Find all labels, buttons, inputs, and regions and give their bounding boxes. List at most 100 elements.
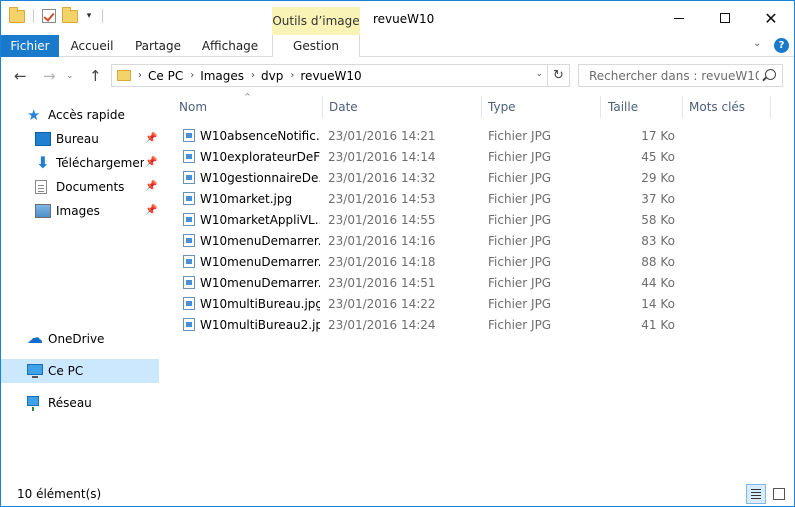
column-header-mots-cles[interactable]: Mots clés <box>689 100 745 114</box>
file-type: Fichier JPG <box>488 276 552 290</box>
address-row: ← → ⌄ ↑ › Ce PC › Images › dvp › revueW1… <box>1 58 794 94</box>
close-button[interactable]: ✕ <box>748 1 794 35</box>
jpg-file-icon <box>183 297 195 310</box>
nav-item-images[interactable]: Images 📌 <box>1 199 159 223</box>
breadcrumb-revuew10[interactable]: revueW10 <box>300 69 361 83</box>
table-row[interactable]: W10marketAppliVL... 23/01/2016 14:55 Fic… <box>162 209 794 230</box>
nav-item-telechargements[interactable]: ⬇ Téléchargements 📌 <box>1 151 159 175</box>
pin-icon: 📌 <box>145 133 158 144</box>
table-row[interactable]: W10gestionnaireDe... 23/01/2016 14:32 Fi… <box>162 167 794 188</box>
up-arrow-icon[interactable]: ↑ <box>89 67 102 85</box>
recent-locations-icon[interactable]: ⌄ <box>66 71 74 81</box>
file-date: 23/01/2016 14:22 <box>328 297 436 311</box>
file-type: Fichier JPG <box>488 297 552 311</box>
forward-arrow-icon[interactable]: → <box>43 67 56 85</box>
table-row[interactable]: W10menuDemarrer... 23/01/2016 14:18 Fich… <box>162 251 794 272</box>
breadcrumb-chevron-icon[interactable]: › <box>190 70 194 81</box>
file-date: 23/01/2016 14:53 <box>328 192 436 206</box>
column-header-nom[interactable]: Nom <box>179 100 207 114</box>
computer-icon <box>27 364 43 378</box>
column-resize-handle[interactable] <box>600 96 601 118</box>
search-box[interactable] <box>578 64 783 87</box>
nav-reseau[interactable]: Réseau <box>1 391 159 415</box>
file-date: 23/01/2016 14:16 <box>328 234 436 248</box>
table-row[interactable]: W10absenceNotific... 23/01/2016 14:21 Fi… <box>162 125 794 146</box>
network-icon <box>27 396 39 411</box>
column-resize-handle[interactable] <box>481 96 482 118</box>
file-type: Fichier JPG <box>488 171 552 185</box>
maximize-icon <box>720 13 730 23</box>
column-header-date[interactable]: Date <box>329 100 358 114</box>
file-date: 23/01/2016 14:21 <box>328 129 436 143</box>
qat-separator-2 <box>102 9 103 23</box>
file-name: W10multiBureau.jpg <box>200 297 320 311</box>
large-icons-view-icon[interactable] <box>769 484 789 504</box>
breadcrumb-chevron-icon[interactable]: › <box>290 70 294 81</box>
navigation-pane: ★ Accès rapide Bureau 📌 ⬇ Téléchargement… <box>1 94 161 476</box>
search-icon[interactable] <box>765 69 776 80</box>
explorer-window: ▾ Outils d’image revueW10 ✕ Fichier Accu… <box>0 0 795 507</box>
breadcrumb-ce-pc[interactable]: Ce PC <box>148 69 183 83</box>
expand-ribbon-icon[interactable]: ⌄ <box>753 38 761 49</box>
file-size: 41 Ko <box>641 318 675 332</box>
new-folder-icon[interactable] <box>62 6 78 23</box>
properties-icon[interactable] <box>42 9 56 23</box>
table-row[interactable]: W10multiBureau2.jpg 23/01/2016 14:24 Fic… <box>162 314 794 335</box>
nav-item-documents[interactable]: Documents 📌 <box>1 175 159 199</box>
file-date: 23/01/2016 14:32 <box>328 171 436 185</box>
maximize-button[interactable] <box>702 1 748 35</box>
column-resize-handle[interactable] <box>682 96 683 118</box>
qat-dropdown-icon[interactable]: ▾ <box>84 11 94 21</box>
tab-gestion[interactable]: Gestion <box>272 35 360 57</box>
help-icon[interactable]: ? <box>774 38 789 53</box>
nav-quick-access[interactable]: ★ Accès rapide <box>1 103 159 127</box>
search-input[interactable] <box>579 65 759 86</box>
details-view-icon[interactable] <box>746 484 766 504</box>
nav-item-bureau[interactable]: Bureau 📌 <box>1 127 159 151</box>
tab-partage[interactable]: Partage <box>127 35 189 57</box>
file-name: W10menuDemarrer... <box>200 234 320 248</box>
file-name: W10absenceNotific... <box>200 129 320 143</box>
file-type: Fichier JPG <box>488 192 552 206</box>
nav-label: Accès rapide <box>48 108 125 122</box>
tab-accueil[interactable]: Accueil <box>63 35 121 57</box>
column-headers: ^ Nom Date Type Taille Mots clés <box>162 92 794 122</box>
table-row[interactable]: W10menuDemarrer... 23/01/2016 14:16 Fich… <box>162 230 794 251</box>
refresh-icon[interactable]: ↻ <box>547 65 569 86</box>
column-header-type[interactable]: Type <box>488 100 516 114</box>
address-dropdown-icon[interactable]: ⌄ <box>535 69 543 79</box>
desktop-icon <box>35 132 51 146</box>
breadcrumb-chevron-icon[interactable]: › <box>251 70 255 81</box>
file-name: W10market.jpg <box>200 192 293 206</box>
table-row[interactable]: W10multiBureau.jpg 23/01/2016 14:22 Fich… <box>162 293 794 314</box>
tab-fichier[interactable]: Fichier <box>1 35 59 57</box>
table-row[interactable]: W10menuDemarrer... 23/01/2016 14:51 Fich… <box>162 272 794 293</box>
context-tab-header[interactable]: Outils d’image <box>272 7 360 35</box>
file-type: Fichier JPG <box>488 213 552 227</box>
file-type: Fichier JPG <box>488 234 552 248</box>
breadcrumb-dvp[interactable]: dvp <box>261 69 283 83</box>
pin-icon: 📌 <box>145 205 158 216</box>
nav-onedrive[interactable]: ☁ OneDrive <box>1 327 159 351</box>
column-resize-handle[interactable] <box>770 96 771 118</box>
table-row[interactable]: W10explorateurDeFi... 23/01/2016 14:14 F… <box>162 146 794 167</box>
file-type: Fichier JPG <box>488 255 552 269</box>
table-row[interactable]: W10market.jpg 23/01/2016 14:53 Fichier J… <box>162 188 794 209</box>
column-resize-handle[interactable] <box>322 96 323 118</box>
breadcrumb-chevron-icon[interactable]: › <box>138 70 142 81</box>
tab-affichage[interactable]: Affichage <box>197 35 263 57</box>
file-date: 23/01/2016 14:18 <box>328 255 436 269</box>
file-size: 37 Ko <box>641 192 675 206</box>
back-arrow-icon[interactable]: ← <box>14 67 27 85</box>
jpg-file-icon <box>183 234 195 247</box>
column-header-taille[interactable]: Taille <box>608 100 638 114</box>
breadcrumb-images[interactable]: Images <box>200 69 244 83</box>
file-size: 45 Ko <box>641 150 675 164</box>
address-bar[interactable]: › Ce PC › Images › dvp › revueW10 ⌄ ↻ <box>111 64 570 87</box>
folder-icon[interactable] <box>9 6 25 23</box>
minimize-button[interactable] <box>656 1 702 35</box>
file-size: 58 Ko <box>641 213 675 227</box>
nav-label: Images <box>56 204 100 218</box>
address-folder-icon <box>117 70 131 81</box>
nav-ce-pc[interactable]: Ce PC <box>1 359 159 383</box>
